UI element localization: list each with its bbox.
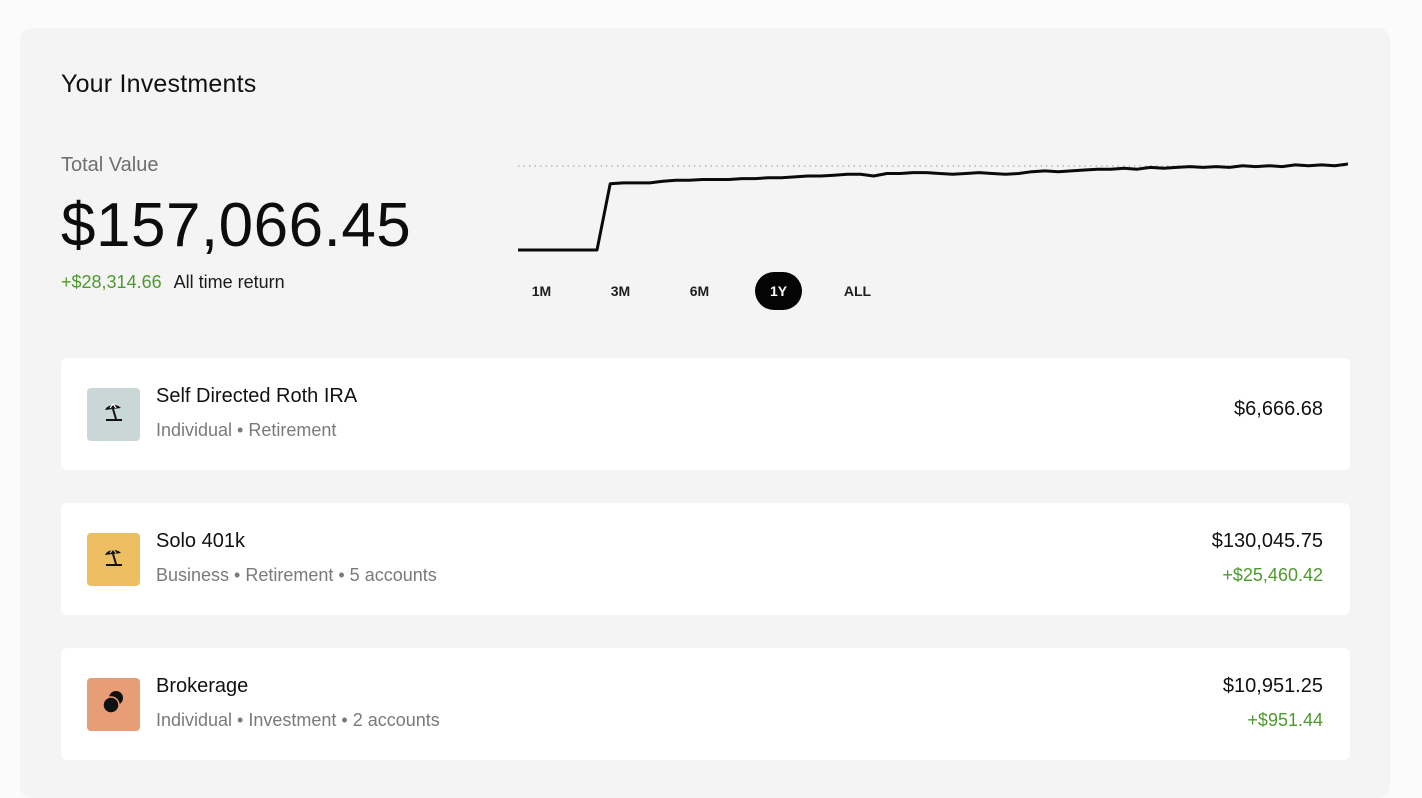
page-title: Your Investments <box>61 70 257 98</box>
account-card-roth-ira[interactable]: Self Directed Roth IRA Individual • Reti… <box>61 358 1350 470</box>
account-gain: +$25,460.42 <box>1222 565 1323 585</box>
account-icon-tile <box>87 678 140 731</box>
account-name: Self Directed Roth IRA <box>156 385 358 407</box>
account-meta: Individual • Investment • 2 accounts <box>156 710 440 730</box>
all-time-return: +$28,314.66 All time return <box>61 272 285 293</box>
beach-umbrella-icon <box>102 545 126 574</box>
account-value: $6,666.68 <box>1234 398 1323 420</box>
chart-series-line <box>518 162 1348 252</box>
account-meta: Individual • Retirement <box>156 420 337 440</box>
range-1m-button[interactable]: 1M <box>518 272 565 310</box>
range-3m-button[interactable]: 3M <box>597 272 644 310</box>
account-name: Solo 401k <box>156 530 245 552</box>
return-label: All time return <box>173 272 285 292</box>
overlapping-circles-icon <box>100 688 128 721</box>
account-value: $130,045.75 <box>1211 530 1323 552</box>
range-1y-button[interactable]: 1Y <box>755 272 802 310</box>
range-all-button[interactable]: ALL <box>834 272 881 310</box>
account-card-solo-401k[interactable]: Solo 401k Business • Retirement • 5 acco… <box>61 503 1350 615</box>
account-value: $10,951.25 <box>1222 675 1323 697</box>
return-amount: +$28,314.66 <box>61 272 162 292</box>
value-line-chart <box>518 162 1348 252</box>
account-icon-tile <box>87 388 140 441</box>
total-value-amount: $157,066.45 <box>61 191 412 260</box>
total-value-label: Total Value <box>61 154 159 176</box>
account-name: Brokerage <box>156 675 249 697</box>
account-meta: Business • Retirement • 5 accounts <box>156 565 437 585</box>
account-gain: +$951.44 <box>1247 710 1323 730</box>
account-card-brokerage[interactable]: Brokerage Individual • Investment • 2 ac… <box>61 648 1350 760</box>
beach-umbrella-icon <box>102 400 126 429</box>
time-range-selector: 1M 3M 6M 1Y ALL <box>518 272 913 310</box>
account-icon-tile <box>87 533 140 586</box>
range-6m-button[interactable]: 6M <box>676 272 723 310</box>
